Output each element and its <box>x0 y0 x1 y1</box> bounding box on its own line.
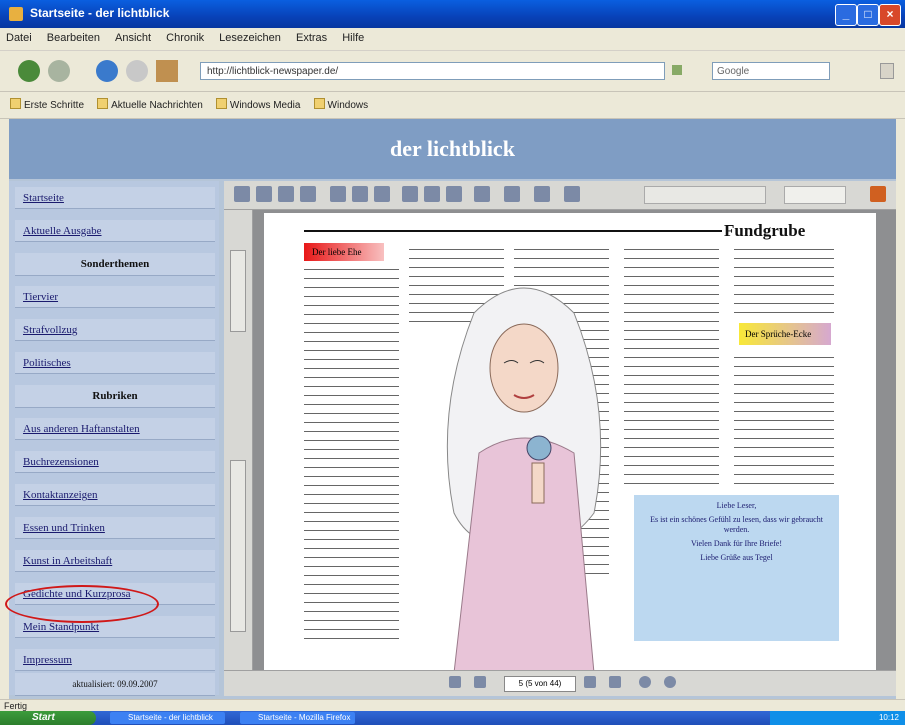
sidebar-item-buchrezensionen[interactable]: Buchrezensionen <box>15 451 215 473</box>
browser-icon <box>9 7 23 21</box>
sidebar-item-kontaktanzeigen[interactable]: Kontaktanzeigen <box>15 484 215 506</box>
pdf-side-panel <box>224 210 253 670</box>
hand-tool-icon[interactable] <box>330 186 346 202</box>
menu-item-chronik[interactable]: Chronik <box>160 28 210 44</box>
sidebar-item-kunst[interactable]: Kunst in Arbeitshaft <box>15 550 215 572</box>
menu-item-lesezeichen[interactable]: Lesezeichen <box>213 28 287 44</box>
menu-item-ansicht[interactable]: Ansicht <box>109 28 157 44</box>
sidebar-item-impressum[interactable]: Impressum <box>15 649 215 671</box>
sidebar-heading-rubriken: Rubriken <box>15 385 215 408</box>
next-page-icon[interactable] <box>584 676 596 688</box>
help-icon[interactable] <box>564 186 580 202</box>
heading-rule <box>304 230 722 232</box>
sidebar-item-strafvollzug[interactable]: Strafvollzug <box>15 319 215 341</box>
menu-item-datei[interactable]: Datei <box>0 28 38 44</box>
zoom-icon[interactable] <box>402 186 418 202</box>
address-bar[interactable]: http://lichtblick-newspaper.de/ <box>200 62 665 80</box>
pdf-search-field[interactable] <box>644 186 766 204</box>
bookmarks-toolbar: Erste Schritte Aktuelle Nachrichten Wind… <box>0 92 905 119</box>
close-button[interactable]: × <box>879 4 901 26</box>
back-view-icon[interactable] <box>639 676 651 688</box>
bookmark-windows[interactable]: Windows <box>314 98 369 111</box>
bookmark-erste-schritte[interactable]: Erste Schritte <box>10 98 84 111</box>
first-page-icon[interactable] <box>449 676 461 688</box>
page-number-field[interactable]: 5 (5 von 44) <box>504 676 576 692</box>
maximize-button[interactable]: □ <box>857 4 879 26</box>
message-line: Es ist ein schönes Gefühl zu lesen, dass… <box>650 515 823 534</box>
sidebar-item-startseite[interactable]: Startseite <box>15 187 215 209</box>
zoom-field[interactable] <box>784 186 846 204</box>
site-title: der lichtblick <box>390 136 515 161</box>
message-line: Liebe Grüße aus Tegel <box>700 553 773 562</box>
zoom-in-icon[interactable] <box>504 186 520 202</box>
search-icon[interactable] <box>300 186 316 202</box>
select-tool-icon[interactable] <box>352 186 368 202</box>
search-input[interactable]: Google <box>712 62 830 80</box>
text-column <box>734 245 834 317</box>
minimize-button[interactable]: _ <box>835 4 857 26</box>
save-icon[interactable] <box>234 186 250 202</box>
woman-illustration <box>446 287 602 671</box>
adobe-icon <box>870 186 886 202</box>
sidebar-heading-sonderthemen: Sonderthemen <box>15 253 215 276</box>
reader-message-box: Liebe Leser, Es ist ein schönes Gefühl z… <box>634 495 839 641</box>
home-icon[interactable] <box>156 60 178 82</box>
window-title: Startseite - der lichtblick <box>30 6 170 20</box>
back-icon[interactable] <box>18 60 40 82</box>
message-line: Liebe Leser, <box>716 501 757 510</box>
pdf-page-nav: 5 (5 von 44) <box>224 670 896 696</box>
pdf-page: Fundgrube Der liebe Ehe Der Sprüche-Ecke <box>264 213 876 671</box>
rotate-icon[interactable] <box>534 186 550 202</box>
message-line: Vielen Dank für Ihre Briefe! <box>690 539 783 548</box>
taskbar-item[interactable]: Startseite - der lichtblick <box>110 712 225 724</box>
reload-icon[interactable] <box>96 60 118 82</box>
article-tag-yellow: Der Sprüche-Ecke <box>739 323 831 345</box>
snapshot-icon[interactable] <box>374 186 390 202</box>
pages-tab[interactable] <box>230 460 246 632</box>
highlight-circle <box>5 585 159 623</box>
taskbar-item[interactable]: Startseite - Mozilla Firefox <box>240 712 355 724</box>
window-title-bar: Startseite - der lichtblick _ □ × <box>0 0 905 28</box>
status-bar: Fertig <box>0 699 905 711</box>
text-column <box>304 265 399 660</box>
page-heading: Fundgrube <box>724 221 806 240</box>
search-icon[interactable] <box>880 63 894 79</box>
sidebar-item-essen-trinken[interactable]: Essen und Trinken <box>15 517 215 539</box>
taskbar: Start Startseite - der lichtblick Starts… <box>0 711 905 725</box>
pdf-toolbar <box>224 181 896 210</box>
start-button[interactable]: Start <box>0 711 96 725</box>
text-column <box>624 245 719 490</box>
text-column <box>734 353 834 488</box>
forward-view-icon[interactable] <box>664 676 676 688</box>
web-page: der lichtblick Startseite Aktuelle Ausga… <box>5 119 896 699</box>
print-icon[interactable] <box>256 186 272 202</box>
sidebar-item-politisches[interactable]: Politisches <box>15 352 215 374</box>
system-tray-clock: 10:12 <box>770 711 905 725</box>
sidebar-item-aktuelle-ausgabe[interactable]: Aktuelle Ausgabe <box>15 220 215 242</box>
pdf-viewer: Fundgrube Der liebe Ehe Der Sprüche-Ecke <box>224 181 896 696</box>
fit-width-icon[interactable] <box>474 186 490 202</box>
sidebar-item-tiervier[interactable]: Tiervier <box>15 286 215 308</box>
menu-item-extras[interactable]: Extras <box>290 28 333 44</box>
fit-page-icon[interactable] <box>446 186 462 202</box>
menu-item-hilfe[interactable]: Hilfe <box>336 28 370 44</box>
zoom-out-icon[interactable] <box>424 186 440 202</box>
site-header: der lichtblick <box>9 119 896 179</box>
go-icon[interactable] <box>672 65 682 75</box>
article-tag-red: Der liebe Ehe <box>304 243 384 261</box>
menu-bar: Datei Bearbeiten Ansicht Chronik Lesezei… <box>0 28 905 51</box>
last-updated-text: aktualisiert: 09.09.2007 <box>15 673 215 696</box>
sidebar-item-andere-haftanstalten[interactable]: Aus anderen Haftanstalten <box>15 418 215 440</box>
stop-icon[interactable] <box>126 60 148 82</box>
last-page-icon[interactable] <box>609 676 621 688</box>
bookmark-nachrichten[interactable]: Aktuelle Nachrichten <box>97 98 203 111</box>
bookmarks-tab[interactable] <box>230 250 246 332</box>
navigation-toolbar: http://lichtblick-newspaper.de/ Google <box>0 51 905 92</box>
email-icon[interactable] <box>278 186 294 202</box>
forward-icon[interactable] <box>48 60 70 82</box>
menu-item-bearbeiten[interactable]: Bearbeiten <box>41 28 106 44</box>
previous-page-icon[interactable] <box>474 676 486 688</box>
bookmark-windows-media[interactable]: Windows Media <box>216 98 301 111</box>
